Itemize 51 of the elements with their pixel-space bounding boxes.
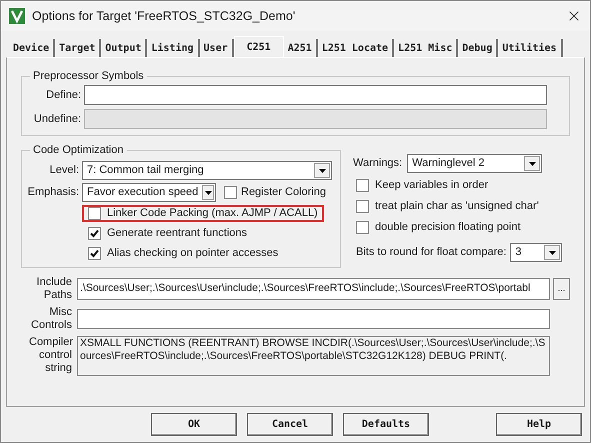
dialog-button[interactable]: OK: [151, 412, 237, 436]
window-title: Options for Target 'FreeRTOS_STC32G_Demo': [32, 8, 296, 25]
caret-icon: [528, 162, 536, 166]
dropdown-button[interactable]: [524, 156, 540, 171]
checkbox[interactable]: [88, 227, 101, 240]
tab[interactable]: C251: [234, 36, 284, 58]
checkbox-label: Linker Code Packing (max. AJMP / ACALL): [107, 206, 318, 222]
text-field[interactable]: [84, 85, 547, 105]
emphasis-dropdown[interactable]: Favor execution speed: [82, 183, 216, 202]
field-label: Compiler control string: [28, 336, 74, 375]
browse-button[interactable]: ...: [553, 278, 570, 300]
checkmark-icon: [90, 249, 99, 258]
field-label: Misc Controls: [30, 306, 73, 332]
checkbox-label: double precision floating point: [375, 220, 521, 235]
checkbox-label: Generate reentrant functions: [107, 226, 248, 242]
field-label: Level:: [48, 163, 80, 178]
checkbox[interactable]: [356, 178, 369, 192]
caret-icon: [318, 168, 326, 172]
checkbox-label: Keep variables in order: [375, 178, 488, 193]
caret-icon: [204, 190, 212, 194]
field-label: Define:: [45, 88, 82, 103]
group-title: Code Optimization: [30, 143, 126, 157]
warnings-dropdown[interactable]: Warninglevel 2: [407, 154, 542, 173]
checkbox-label: Alias checking on pointer accesses: [107, 246, 278, 262]
group-title: Preprocessor Symbols: [30, 69, 147, 83]
dialog-button[interactable]: Defaults: [343, 412, 429, 436]
dialog-button[interactable]: Cancel: [247, 412, 333, 436]
dropdown-button[interactable]: [544, 245, 560, 260]
include-paths-field[interactable]: .\Sources\User;.\Sources\User\include;.\Sources\FreeRTOS\include;.\Sources\FreeRTOS\portabl: [77, 278, 550, 300]
dropdown-button[interactable]: [314, 163, 330, 178]
checkbox-label: treat plain char as 'unsigned char': [375, 198, 539, 214]
field-label: Emphasis:: [26, 185, 80, 200]
field-label: Undefine:: [32, 112, 82, 127]
level-dropdown[interactable]: 7: Common tail merging: [82, 161, 332, 180]
checkbox-label: Register Coloring: [241, 185, 326, 200]
field-label: Bits to round for float compare:: [356, 245, 508, 260]
dropdown-button[interactable]: [202, 185, 214, 200]
checkbox[interactable]: [88, 207, 101, 220]
dialog-button[interactable]: Help: [496, 412, 582, 436]
checkbox[interactable]: [224, 186, 237, 199]
caret-icon: [548, 250, 556, 254]
misc-controls-field[interactable]: [77, 309, 550, 329]
checkmark-icon: [90, 229, 99, 238]
bits-dropdown[interactable]: 3: [510, 243, 562, 262]
app-logo-icon: [9, 8, 25, 24]
checkbox[interactable]: [356, 200, 369, 212]
checkbox[interactable]: [88, 247, 101, 260]
checkbox[interactable]: [356, 220, 369, 234]
field-label: Include Paths: [36, 276, 73, 302]
field-label: Warnings:: [353, 156, 404, 172]
compiler-string-box: XSMALL FUNCTIONS (REENTRANT) BROWSE INCDIR(.\Sources\User;.\Sources\User\include;.\Sources\FreeRTOS\include;.\Sources\FreeRTOS\portable\STC32G12K128) DEBUG PRINT(.: [77, 336, 550, 376]
